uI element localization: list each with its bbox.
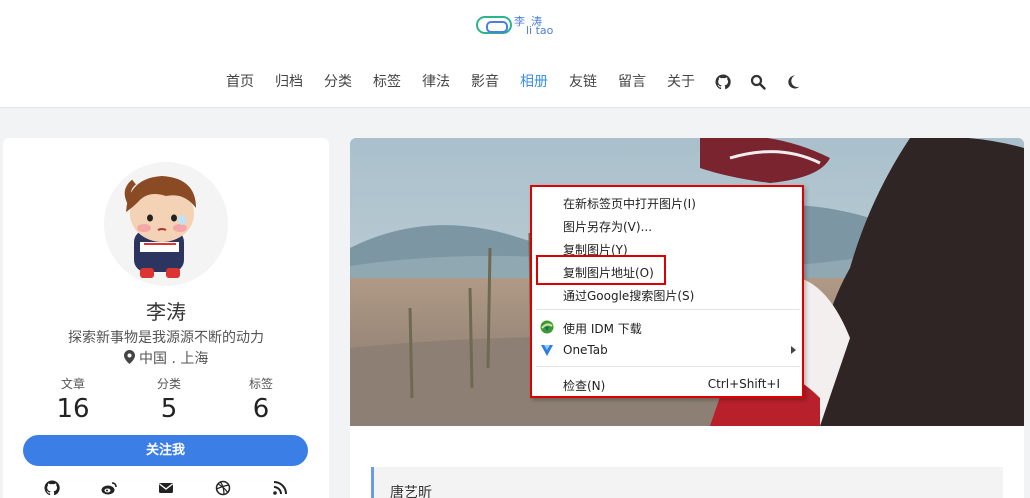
weibo-icon[interactable]	[101, 480, 117, 496]
photo-caption: 唐艺昕	[371, 467, 1003, 498]
nav-item-media[interactable]: 影音	[471, 72, 499, 92]
nav-item-law[interactable]: 律法	[422, 72, 450, 92]
nav-item-tags[interactable]: 标签	[373, 72, 401, 92]
menu-item-label: 使用 IDM 下载	[563, 322, 642, 336]
menu-open-image-new-tab[interactable]: 在新标签页中打开图片(I)	[532, 191, 802, 213]
idm-icon	[540, 320, 554, 334]
main-nav: 首页 归档 分类 标签 律法 影音 相册 友链 留言 关于	[0, 72, 1030, 92]
follow-button[interactable]: 关注我	[23, 435, 308, 466]
nav-item-guestbook[interactable]: 留言	[618, 72, 646, 92]
map-pin-icon	[123, 350, 135, 364]
onetab-icon	[541, 345, 553, 356]
context-menu: 在新标签页中打开图片(I) 图片另存为(V)... 复制图片(Y) 复制图片地址…	[530, 185, 804, 398]
photo-caption-area: 唐艺昕	[350, 426, 1024, 498]
nav-item-archive[interactable]: 归档	[275, 72, 303, 92]
nav-item-about[interactable]: 关于	[667, 72, 695, 92]
profile-motto: 探索新事物是我源源不断的动力	[68, 330, 264, 346]
menu-save-image-as[interactable]: 图片另存为(V)...	[532, 214, 802, 236]
stat-value-tags[interactable]: 6	[231, 394, 291, 424]
mail-icon[interactable]	[158, 480, 174, 496]
menu-separator	[536, 366, 800, 367]
menu-item-label: 图片另存为(V)...	[563, 220, 653, 234]
profile-name: 李涛	[146, 300, 186, 324]
menu-idm-download[interactable]: 使用 IDM 下载	[532, 316, 802, 338]
menu-onetab[interactable]: OneTab	[532, 339, 802, 361]
highlight-box	[536, 255, 666, 285]
menu-item-label: 在新标签页中打开图片(I)	[563, 197, 696, 211]
stat-label-posts: 文章	[60, 377, 85, 391]
stat-value-categories[interactable]: 5	[139, 394, 199, 424]
stat-label-categories: 分类	[156, 377, 181, 391]
stat-label-tags: 标签	[248, 377, 273, 391]
nav-item-album[interactable]: 相册	[520, 72, 548, 92]
rss-icon[interactable]	[272, 480, 288, 496]
dribbble-icon[interactable]	[215, 480, 231, 496]
nav-item-categories[interactable]: 分类	[324, 72, 352, 92]
menu-item-label: 检查(N)	[563, 379, 606, 393]
submenu-arrow-icon	[791, 346, 796, 354]
site-header: 李涛 li tao 首页 归档 分类 标签 律法 影音 相册 友链 留言 关于	[0, 0, 1030, 108]
menu-item-shortcut: Ctrl+Shift+I	[707, 377, 780, 391]
profile-location: 中国 . 上海	[3, 348, 329, 368]
cartoon-boy-avatar	[124, 176, 196, 278]
stat-value-posts[interactable]: 16	[43, 394, 103, 424]
menu-item-label: OneTab	[563, 343, 608, 357]
location-text: 中国 . 上海	[139, 351, 209, 367]
menu-search-google-image[interactable]: 通过Google搜索图片(S)	[532, 283, 802, 305]
moon-icon[interactable]	[785, 74, 801, 90]
nav-item-home[interactable]: 首页	[226, 72, 254, 92]
search-icon[interactable]	[750, 74, 766, 90]
profile-card: 李涛 探索新事物是我源源不断的动力 中国 . 上海 文章 16 分类 5 标签 …	[3, 138, 329, 498]
menu-item-label: 通过Google搜索图片(S)	[563, 289, 695, 303]
logo-cloud-icon	[476, 16, 512, 34]
avatar	[104, 162, 228, 286]
github-icon[interactable]	[44, 480, 60, 496]
logo-line2: li tao	[526, 24, 554, 37]
menu-separator	[536, 309, 800, 310]
site-logo[interactable]: 李涛 li tao	[474, 12, 558, 38]
menu-inspect[interactable]: 检查(N) Ctrl+Shift+I	[532, 373, 802, 395]
nav-item-links[interactable]: 友链	[569, 72, 597, 92]
github-icon[interactable]	[715, 74, 731, 90]
caption-text: 唐艺昕	[390, 485, 432, 498]
